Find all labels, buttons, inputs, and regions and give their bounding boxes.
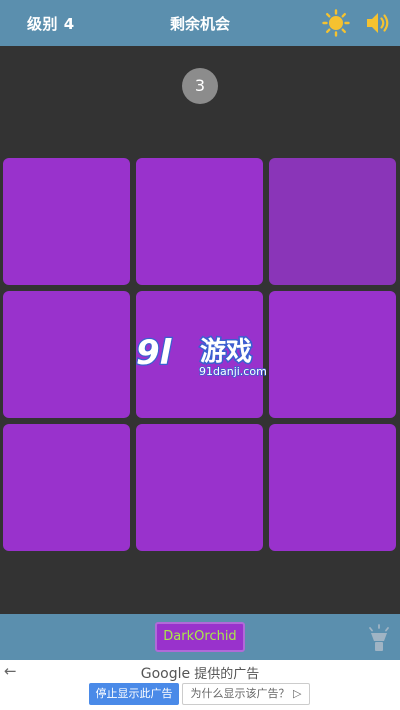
attempt-counter: 3 <box>182 68 218 104</box>
color-tile[interactable] <box>269 424 396 551</box>
color-tile[interactable] <box>269 291 396 418</box>
watermark-logo: 9l <box>136 333 173 373</box>
watermark-title: 游戏 <box>200 337 252 367</box>
color-tile[interactable] <box>269 158 396 285</box>
stop-ad-button[interactable]: 停止显示此广告 <box>89 683 179 705</box>
site-watermark: 9l 游戏 91danji.com <box>135 330 268 379</box>
target-color-name: DarkOrchid <box>155 622 245 652</box>
lightbulb-icon[interactable] <box>366 624 392 652</box>
sun-icon[interactable] <box>322 9 350 37</box>
color-tile[interactable] <box>136 158 263 285</box>
color-tile[interactable] <box>3 424 130 551</box>
watermark-site: 91danji.com <box>199 365 266 378</box>
why-ad-button[interactable]: 为什么显示该广告？ ▷ <box>182 683 310 705</box>
color-tile[interactable] <box>136 424 263 551</box>
color-tile[interactable] <box>3 291 130 418</box>
speaker-icon[interactable] <box>364 9 392 37</box>
color-tile[interactable] <box>3 158 130 285</box>
level-label: 级别 4 <box>27 15 75 33</box>
back-arrow-icon[interactable]: ← <box>4 662 17 680</box>
